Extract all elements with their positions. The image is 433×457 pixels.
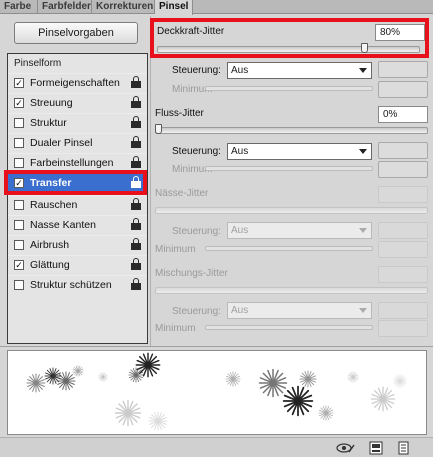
- flow-jitter-value[interactable]: 0%: [378, 106, 428, 123]
- select-value: Aus: [231, 146, 249, 157]
- wet-minimum-value: [378, 241, 428, 258]
- lock-icon[interactable]: [131, 238, 141, 251]
- option-label: Streuung: [30, 97, 73, 109]
- mix-minimum-value: [378, 320, 428, 337]
- preview-divider: [0, 346, 433, 347]
- checkbox[interactable]: [14, 280, 24, 290]
- select-value: Aus: [231, 65, 249, 76]
- lock-icon[interactable]: [131, 76, 141, 89]
- checkbox[interactable]: [14, 200, 24, 210]
- flow-control-label: Steuerung:: [172, 146, 221, 157]
- option-row-wet-edges[interactable]: Nasse Kanten: [8, 215, 147, 233]
- chevron-down-icon: [359, 228, 367, 233]
- wet-minimum-slider: [205, 246, 373, 251]
- transfer-highlight: [4, 170, 147, 195]
- opacity-control-label: Steuerung:: [172, 65, 221, 76]
- option-row-shape-dynamics[interactable]: ✓ Formeigenschaften: [8, 73, 147, 91]
- option-row-dual-brush[interactable]: Dualer Pinsel: [8, 133, 147, 151]
- checkbox[interactable]: [14, 118, 24, 128]
- opacity-control-value: [378, 61, 428, 78]
- lock-icon[interactable]: [131, 218, 141, 231]
- mix-jitter-value: [378, 266, 428, 283]
- flow-control-value: [378, 142, 428, 159]
- mix-control-select: Aus: [227, 302, 372, 319]
- option-row-noise[interactable]: Rauschen: [8, 195, 147, 213]
- lock-icon[interactable]: [131, 96, 141, 109]
- checkbox[interactable]: [14, 158, 24, 168]
- mix-minimum-slider: [205, 325, 373, 330]
- option-label: Rauschen: [30, 199, 78, 211]
- opacity-minimum-value: [378, 81, 428, 98]
- lock-icon[interactable]: [131, 156, 141, 169]
- flow-jitter-slider-thumb[interactable]: [155, 124, 162, 134]
- delete-icon[interactable]: [396, 441, 410, 455]
- select-value: Aus: [231, 305, 249, 316]
- wet-control-select: Aus: [227, 222, 372, 239]
- wet-jitter-value: [378, 186, 428, 203]
- chevron-down-icon: [359, 149, 367, 154]
- tab-farbfelder[interactable]: Farbfelder: [38, 0, 92, 14]
- lock-icon[interactable]: [131, 258, 141, 271]
- chevron-down-icon: [359, 308, 367, 313]
- mix-control-value: [378, 302, 428, 319]
- wet-control-label: Steuerung:: [172, 226, 221, 237]
- lock-icon[interactable]: [131, 136, 141, 149]
- opacity-minimum-slider: [205, 86, 373, 91]
- brush-stroke-preview: [7, 350, 427, 435]
- option-row-protect-texture[interactable]: Struktur schützen: [8, 275, 147, 293]
- mix-jitter-slider: [155, 287, 428, 294]
- option-label: Struktur schützen: [30, 279, 112, 291]
- option-label: Nasse Kanten: [30, 219, 96, 231]
- option-label: Glättung: [30, 259, 70, 271]
- option-label: Struktur: [30, 117, 67, 129]
- panel-bottom-bar: [0, 437, 433, 457]
- lock-icon[interactable]: [131, 278, 141, 291]
- checkbox[interactable]: ✓: [14, 260, 24, 270]
- panel-divider: [150, 16, 151, 346]
- panel-tab-bar: Farbe Farbfelder Korrekturen Pinsel: [0, 0, 433, 15]
- wet-minimum-label: Minimum: [155, 244, 196, 255]
- option-row-texture[interactable]: Struktur: [8, 113, 147, 131]
- mix-control-label: Steuerung:: [172, 306, 221, 317]
- mix-minimum-label: Minimum: [155, 323, 196, 334]
- new-preset-icon[interactable]: [369, 441, 383, 455]
- option-row-airbrush[interactable]: Airbrush: [8, 235, 147, 253]
- lock-icon[interactable]: [131, 116, 141, 129]
- checkbox[interactable]: ✓: [14, 98, 24, 108]
- brush-tip-shape-item[interactable]: Pinselform: [14, 58, 61, 69]
- checkbox[interactable]: [14, 138, 24, 148]
- wet-control-value: [378, 222, 428, 239]
- tab-pinsel[interactable]: Pinsel: [155, 0, 193, 15]
- select-value: Aus: [231, 225, 249, 236]
- tab-farbe[interactable]: Farbe: [0, 0, 38, 14]
- flow-control-select[interactable]: Aus: [227, 143, 372, 160]
- option-row-color-dynamics[interactable]: Farbeinstellungen: [8, 153, 147, 171]
- checkbox[interactable]: ✓: [14, 78, 24, 88]
- flow-jitter-label: Fluss-Jitter: [155, 108, 204, 119]
- option-row-smoothing[interactable]: ✓ Glättung: [8, 255, 147, 273]
- wet-jitter-label: Nässe-Jitter: [155, 188, 209, 199]
- flow-jitter-slider[interactable]: [155, 127, 428, 134]
- option-label: Airbrush: [30, 239, 70, 251]
- brush-preview-canvas: [26, 352, 407, 431]
- mix-jitter-label: Mischungs-Jitter: [155, 268, 228, 279]
- opacity-control-select[interactable]: Aus: [227, 62, 372, 79]
- brush-options-list: Pinselform ✓ Formeigenschaften ✓ Streuun…: [7, 53, 148, 344]
- checkbox[interactable]: [14, 220, 24, 230]
- checkbox[interactable]: [14, 240, 24, 250]
- wet-jitter-slider: [155, 207, 428, 214]
- flow-minimum-value: [378, 161, 428, 178]
- snowflake-brush-marks: [26, 352, 407, 431]
- lock-icon[interactable]: [131, 198, 141, 211]
- option-label: Formeigenschaften: [30, 77, 120, 89]
- brush-presets-button[interactable]: Pinselvorgaben: [14, 22, 138, 44]
- option-label: Dualer Pinsel: [30, 137, 93, 149]
- option-label: Farbeinstellungen: [30, 157, 114, 169]
- option-row-scattering[interactable]: ✓ Streuung: [8, 93, 147, 111]
- opacity-jitter-highlight: [150, 18, 429, 58]
- flow-minimum-slider: [205, 166, 373, 171]
- chevron-down-icon: [359, 68, 367, 73]
- tab-korrekturen[interactable]: Korrekturen: [92, 0, 155, 14]
- eye-icon[interactable]: [336, 441, 356, 455]
